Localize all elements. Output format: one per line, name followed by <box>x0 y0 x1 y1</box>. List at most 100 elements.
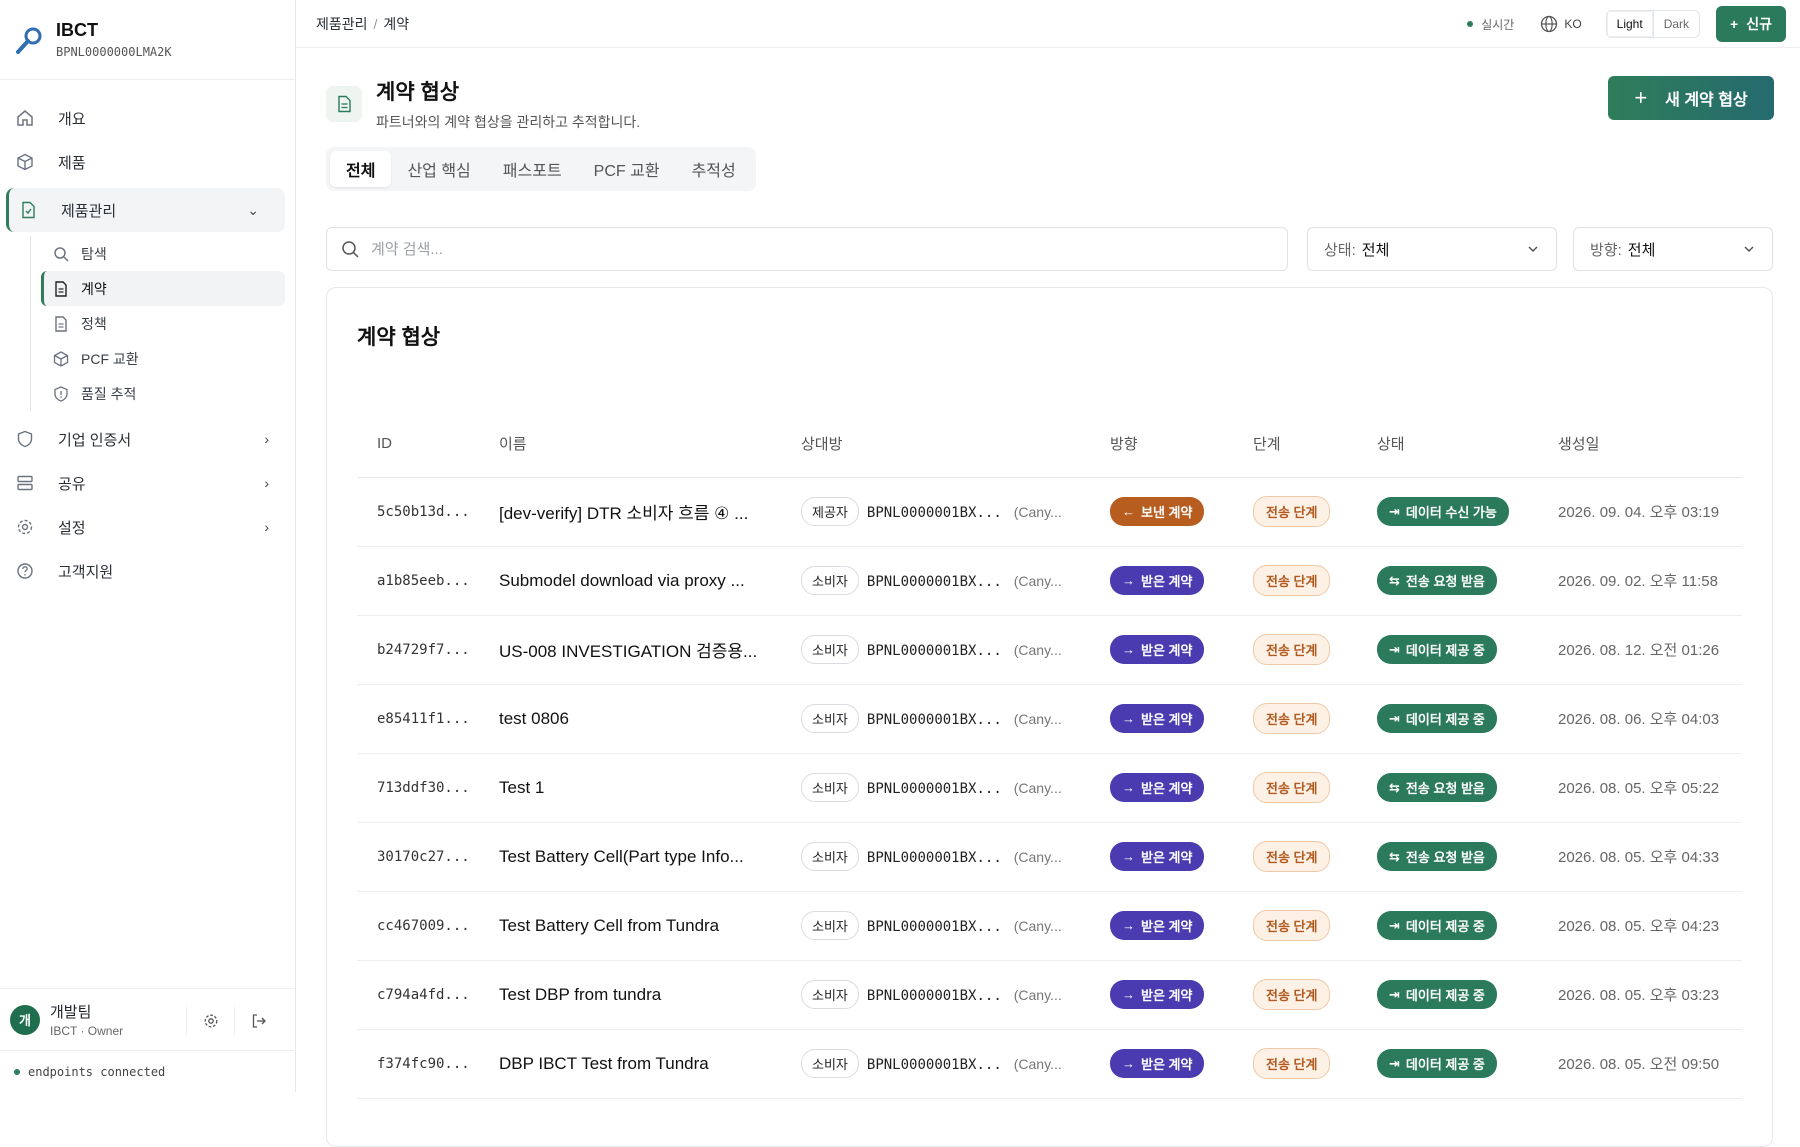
sidebar-item-label: 품질 추적 <box>81 384 136 404</box>
sidebar-item-pcf-exchange[interactable]: PCF 교환 <box>41 341 295 376</box>
sidebar-item-label: 공유 <box>58 473 86 494</box>
sidebar-item-overview[interactable]: 개요 <box>0 96 295 140</box>
cell-id: f374fc90... <box>357 1029 479 1098</box>
counterparty-name: (Cany... <box>1014 780 1062 796</box>
column-header-direction[interactable]: 방향 <box>1090 411 1233 477</box>
status-dot-icon <box>14 1069 20 1075</box>
server-icon <box>16 474 34 492</box>
cell-name[interactable]: DBP IBCT Test from Tundra <box>479 1029 781 1098</box>
table-row[interactable]: f374fc90...DBP IBCT Test from Tundra소비자B… <box>357 1029 1742 1098</box>
table-row[interactable]: 713ddf30...Test 1소비자BPNL0000001BX...(Can… <box>357 753 1742 822</box>
direction-badge: →받은 계약 <box>1110 980 1204 1009</box>
transfer-icon: ⇆ <box>1389 849 1400 865</box>
table-row[interactable]: c794a4fd...Test DBP from tundra소비자BPNL00… <box>357 960 1742 1029</box>
table-row[interactable]: e85411f1...test 0806소비자BPNL0000001BX...(… <box>357 684 1742 753</box>
sidebar-item-settings[interactable]: 설정 › <box>0 505 295 549</box>
sidebar-item-products[interactable]: 제품 <box>0 140 295 184</box>
sidebar-item-contracts[interactable]: 계약 <box>41 271 285 306</box>
logout-icon[interactable] <box>234 1007 282 1035</box>
transfer-icon: ⇥ <box>1389 711 1400 727</box>
cell-state: ⇥데이터 제공 중 <box>1357 891 1538 960</box>
column-header-id[interactable]: ID <box>357 411 479 477</box>
cell-name[interactable]: Submodel download via proxy ... <box>479 546 781 615</box>
gear-icon[interactable] <box>186 1007 234 1035</box>
breadcrumb-item[interactable]: 제품관리 <box>316 16 368 32</box>
table-row[interactable]: a1b85eeb...Submodel download via proxy .… <box>357 546 1742 615</box>
transfer-icon: ⇥ <box>1389 918 1400 934</box>
theme-dark-button[interactable]: Dark <box>1654 11 1699 37</box>
cell-counterparty: 소비자BPNL0000001BX...(Cany... <box>781 822 1090 891</box>
create-negotiation-button[interactable]: + 새 계약 협상 <box>1608 76 1774 120</box>
theme-light-button[interactable]: Light <box>1607 11 1654 37</box>
direction-badge: ←보낸 계약 <box>1110 497 1204 526</box>
phase-badge: 전송 단계 <box>1253 1048 1330 1079</box>
category-tabs: 전체 산업 핵심 패스포트 PCF 교환 추적성 <box>326 147 756 191</box>
tab-all[interactable]: 전체 <box>330 151 391 187</box>
new-button-label: 신규 <box>1746 14 1772 34</box>
column-header-counterparty[interactable]: 상대방 <box>781 411 1090 477</box>
search-box <box>326 227 1288 271</box>
cell-id: a1b85eeb... <box>357 546 479 615</box>
chevron-right-icon: › <box>264 475 269 491</box>
brand[interactable]: IBCT BPNL0000000LMA2K <box>0 0 295 80</box>
status-filter-select[interactable]: 상태: 전체 <box>1307 227 1557 271</box>
counterparty-bpn: BPNL0000001BX... <box>867 574 1002 590</box>
search-input[interactable] <box>371 241 1251 258</box>
direction-badge-label: 받은 계약 <box>1141 985 1192 1004</box>
transfer-icon: ⇥ <box>1389 642 1400 658</box>
sidebar-item-label: 계약 <box>81 279 107 299</box>
column-header-created[interactable]: 생성일 <box>1538 411 1742 477</box>
column-header-phase[interactable]: 단계 <box>1233 411 1357 477</box>
table-row[interactable]: 30170c27...Test Battery Cell(Part type I… <box>357 822 1742 891</box>
sidebar-item-sharing[interactable]: 공유 › <box>0 461 295 505</box>
sidebar-item-support[interactable]: 고객지원 <box>0 549 295 593</box>
tab-traceability[interactable]: 추적성 <box>676 151 752 187</box>
negotiations-table: ID 이름 상대방 방향 단계 상태 생성일 5c50b13d...[dev-v… <box>357 411 1742 1099</box>
cell-name[interactable]: [dev-verify] DTR 소비자 흐름 ④ ... <box>479 477 781 546</box>
new-button[interactable]: + 신규 <box>1716 6 1786 42</box>
logo-icon <box>14 25 44 55</box>
sidebar-item-quality-trace[interactable]: 품질 추적 <box>41 376 295 411</box>
sidebar-item-label: 설정 <box>58 517 86 538</box>
avatar[interactable]: 개 <box>10 1005 40 1035</box>
direction-badge: →받은 계약 <box>1110 842 1204 871</box>
tab-pcf-exchange[interactable]: PCF 교환 <box>578 151 676 187</box>
status-filter-value: 전체 <box>1362 239 1390 260</box>
cell-name[interactable]: US-008 INVESTIGATION 검증용... <box>479 615 781 684</box>
cell-phase: 전송 단계 <box>1233 546 1357 615</box>
help-icon <box>16 562 34 580</box>
cell-name[interactable]: test 0806 <box>479 684 781 753</box>
table-row[interactable]: 5c50b13d...[dev-verify] DTR 소비자 흐름 ④ ...… <box>357 477 1742 546</box>
state-badge-label: 데이터 제공 중 <box>1406 985 1485 1004</box>
direction-filter-select[interactable]: 방향: 전체 <box>1573 227 1773 271</box>
sidebar-group-product-management[interactable]: 제품관리 ⌄ <box>6 188 285 232</box>
cell-name[interactable]: Test DBP from tundra <box>479 960 781 1029</box>
direction-badge: →받은 계약 <box>1110 773 1204 802</box>
state-badge-label: 데이터 제공 중 <box>1406 640 1485 659</box>
language-switcher[interactable]: KO <box>1540 15 1581 33</box>
sidebar-item-policies[interactable]: 정책 <box>41 306 295 341</box>
table-row[interactable]: b24729f7...US-008 INVESTIGATION 검증용...소비… <box>357 615 1742 684</box>
sidebar: IBCT BPNL0000000LMA2K 개요 제품 제품관리 ⌄ 탐색 계약 <box>0 0 296 1092</box>
connection-status: endpoints connected <box>0 1050 296 1092</box>
phase-badge: 전송 단계 <box>1253 565 1330 596</box>
cell-id: cc467009... <box>357 891 479 960</box>
column-header-name[interactable]: 이름 <box>479 411 781 477</box>
role-badge: 소비자 <box>801 566 859 595</box>
tab-passport[interactable]: 패스포트 <box>487 151 578 187</box>
topbar: 제품관리/계약 실시간 KO Light Dark + 신규 <box>296 0 1800 48</box>
tab-industry-core[interactable]: 산업 핵심 <box>391 151 486 187</box>
sidebar-item-discover[interactable]: 탐색 <box>41 236 295 271</box>
column-header-state[interactable]: 상태 <box>1357 411 1538 477</box>
direction-badge: →받은 계약 <box>1110 635 1204 664</box>
sidebar-item-certificates[interactable]: 기업 인증서 › <box>0 417 295 461</box>
table-row[interactable]: cc467009...Test Battery Cell from Tundra… <box>357 891 1742 960</box>
cell-name[interactable]: Test Battery Cell from Tundra <box>479 891 781 960</box>
chevron-right-icon: › <box>264 519 269 535</box>
direction-badge-label: 받은 계약 <box>1141 1054 1192 1073</box>
cell-phase: 전송 단계 <box>1233 1029 1357 1098</box>
cell-created: 2026. 09. 04. 오후 03:19 <box>1538 477 1742 546</box>
counterparty-bpn: BPNL0000001BX... <box>867 505 1002 521</box>
cell-name[interactable]: Test Battery Cell(Part type Info... <box>479 822 781 891</box>
cell-name[interactable]: Test 1 <box>479 753 781 822</box>
